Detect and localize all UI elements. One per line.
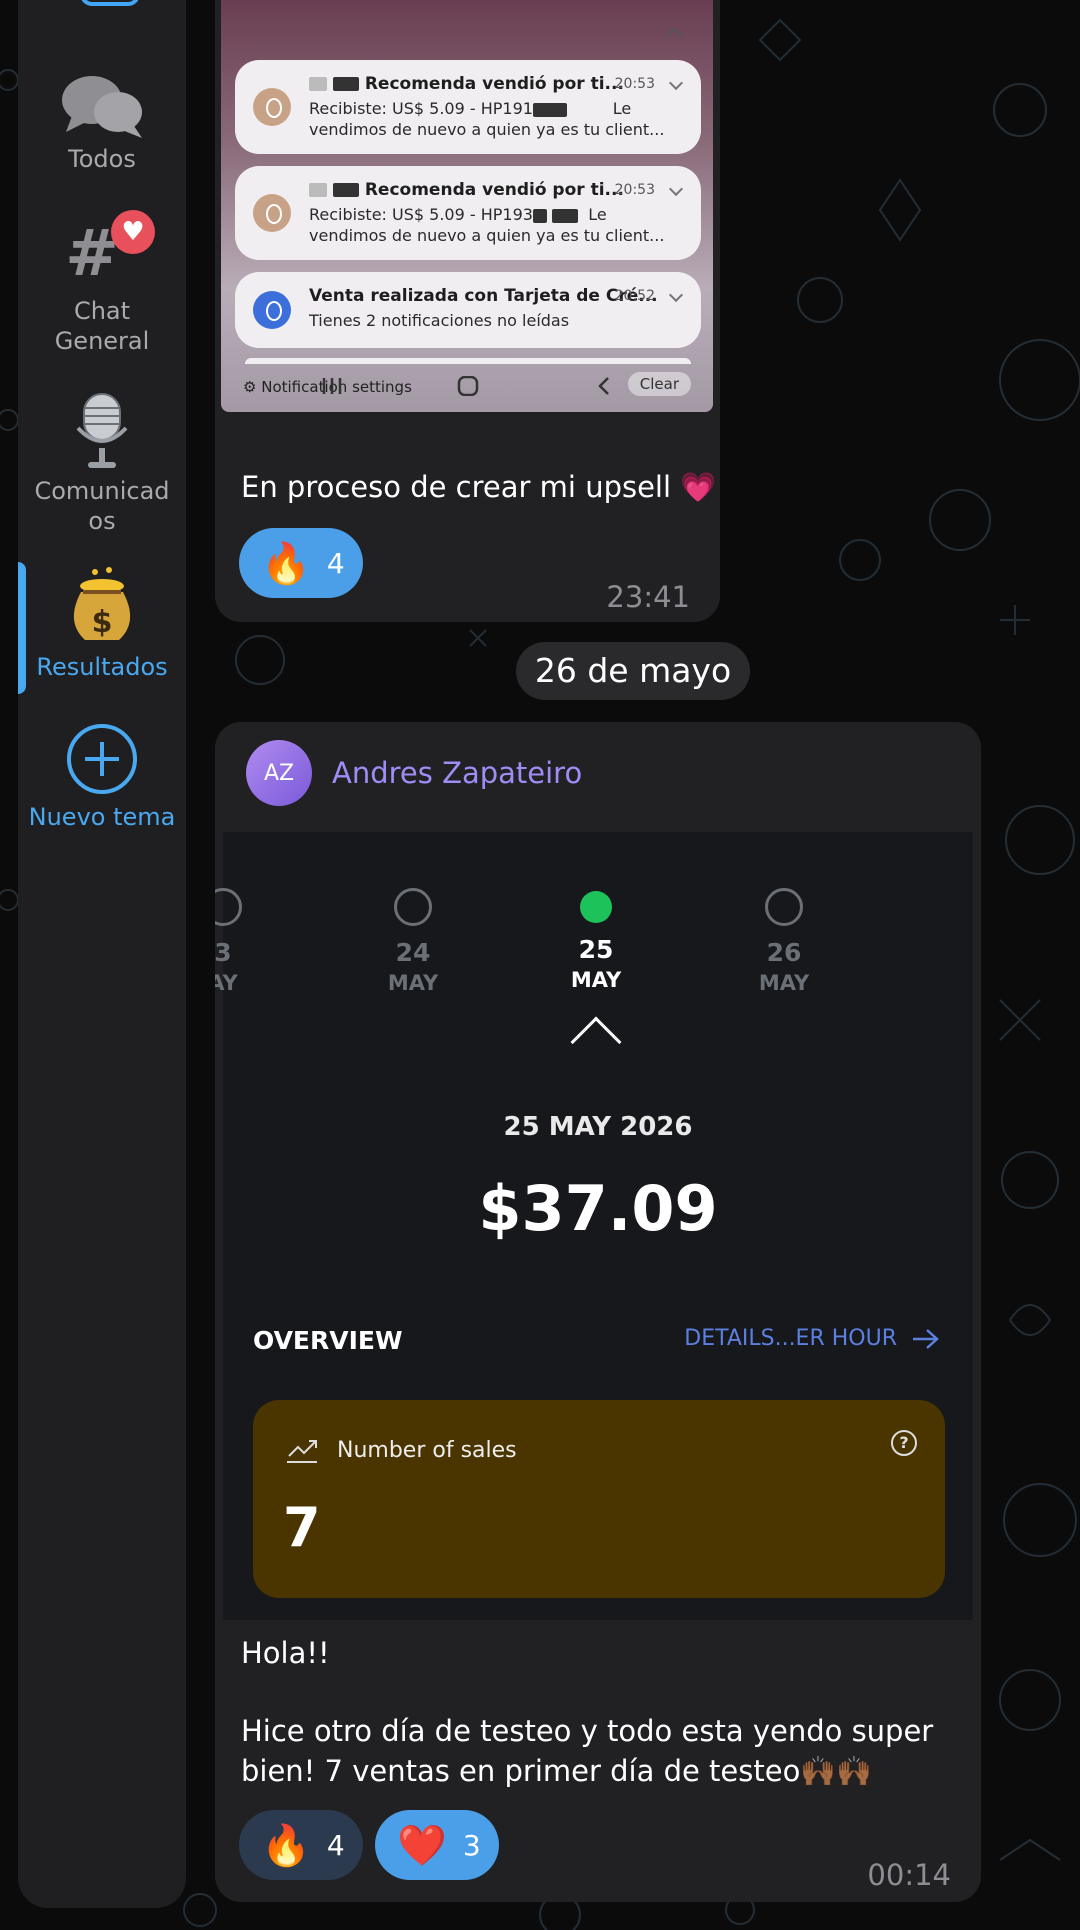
chevron-up-icon	[664, 27, 684, 47]
home-icon	[457, 375, 479, 400]
chevron-down-icon	[668, 75, 684, 91]
message-text-line: Hola!!	[241, 1636, 330, 1670]
heart-emoji-icon: ❤️	[397, 1822, 447, 1869]
app-icon	[253, 194, 291, 232]
day-item: 24 MAY	[353, 888, 473, 995]
reaction-count: 4	[326, 1828, 345, 1862]
app-icon	[253, 88, 291, 126]
sidebar-item-chat-general[interactable]: # ♥ Chat General	[18, 210, 186, 356]
sidebar-item-label: Nuevo tema	[28, 803, 176, 831]
svg-text:$: $	[92, 605, 113, 640]
message-sender[interactable]: AZ Andres Zapateiro	[246, 740, 582, 806]
new-topic-button[interactable]: Nuevo tema	[18, 722, 186, 832]
android-navbar	[221, 360, 713, 412]
sales-count-card: Number of sales ? 7	[253, 1400, 945, 1598]
help-icon: ?	[891, 1430, 917, 1456]
sidebar-item-label: Resultados	[36, 653, 168, 681]
reaction-count: 4	[326, 546, 345, 580]
notification-body: Recibiste: US$ 5.09 - HP193 Le vendimos d…	[309, 205, 665, 245]
notification-card: Recomenda vendió por ti... 20:53 Recibis…	[235, 60, 701, 154]
notification-time: 20:53	[614, 182, 655, 198]
money-bag-icon: $	[73, 567, 131, 640]
radio-icon	[394, 888, 432, 926]
recents-icon	[321, 376, 343, 400]
back-icon	[593, 376, 615, 400]
message-time: 23:41	[606, 580, 690, 614]
microphone-icon	[76, 393, 128, 468]
folder-icon[interactable]	[80, 0, 140, 6]
notification-body: Tienes 2 notificaciones no leídas	[309, 311, 570, 330]
app-icon	[253, 291, 291, 329]
notification-title: Venta realizada con Tarjeta de Cré...	[309, 286, 658, 306]
message-text-line: Hice otro día de testeo y todo esta yend…	[241, 1714, 934, 1748]
total-amount: $37.09	[478, 1172, 718, 1245]
overview-heading: OVERVIEW	[253, 1326, 403, 1355]
plus-circle-icon	[67, 724, 137, 794]
message-text-line: bien! 7 ventas en primer día de testeo🙌🏾…	[241, 1754, 873, 1788]
sidebar-item-resultados[interactable]: $ Resultados	[18, 566, 186, 682]
sidebar-item-todos[interactable]: Todos	[18, 72, 186, 174]
telegram-topic-chat: Todos # ♥ Chat General Comunicad os $ Re…	[0, 0, 1080, 1930]
sales-count: 7	[283, 1496, 321, 1559]
chevron-down-icon	[668, 181, 684, 197]
fire-emoji-icon: 🔥	[261, 1822, 311, 1869]
sidebar-item-comunicados[interactable]: Comunicad os	[18, 392, 186, 536]
sidebar-item-label: Comunicad os	[34, 477, 170, 535]
notification-body: Recibiste: US$ 5.09 - HP191 Le vendimos d…	[309, 99, 665, 139]
notification-title: Recomenda vendió por ti...	[309, 180, 624, 200]
notification-card: Venta realizada con Tarjeta de Cré... 20…	[235, 272, 701, 348]
sidebar-item-label: Chat General	[54, 297, 150, 355]
reaction-fire[interactable]: 🔥 4	[239, 528, 363, 598]
reaction-fire[interactable]: 🔥 4	[239, 1810, 363, 1880]
sender-name[interactable]: Andres Zapateiro	[332, 756, 582, 790]
message-text: En proceso de crear mi upsell 💗	[241, 470, 717, 504]
sales-label: Number of sales	[337, 1438, 517, 1463]
date-separator: 26 de mayo	[516, 642, 750, 700]
sidebar-item-label: Todos	[68, 145, 136, 173]
notification-screenshot[interactable]: Recomenda vendió por ti... 20:53 Recibis…	[221, 0, 713, 412]
heart-badge-icon: ♥	[111, 210, 155, 254]
fire-emoji-icon: 🔥	[261, 540, 311, 587]
caret-up-icon	[570, 1016, 622, 1068]
message-bubble[interactable]: AZ Andres Zapateiro 3 AY 24 MAY 25 MAY 2…	[215, 722, 981, 1902]
message-time: 00:14	[867, 1858, 951, 1892]
radio-icon	[215, 888, 242, 926]
chevron-down-icon	[668, 287, 684, 303]
details-link: DETAILS...ER HOUR	[684, 1326, 941, 1351]
notification-time: 20:53	[614, 76, 655, 92]
day-item: 3 AY	[215, 888, 283, 995]
selected-date: 25 MAY 2026	[503, 1112, 693, 1142]
radio-icon	[765, 888, 803, 926]
message-bubble[interactable]: Recomenda vendió por ti... 20:53 Recibis…	[215, 0, 720, 622]
reaction-heart[interactable]: ❤️ 3	[375, 1810, 499, 1880]
trend-chart-icon	[287, 1440, 317, 1463]
selected-dot-icon	[580, 891, 612, 923]
sales-app-screenshot[interactable]: 3 AY 24 MAY 25 MAY 26 MAY 25 MAY 2026 $3…	[215, 832, 973, 1620]
avatar[interactable]: AZ	[246, 740, 312, 806]
arrow-right-icon	[913, 1328, 939, 1349]
notification-title: Recomenda vendió por ti...	[309, 74, 624, 94]
day-item-selected: 25 MAY	[536, 888, 656, 992]
reaction-count: 3	[462, 1828, 481, 1862]
notification-time: 20:52	[614, 288, 655, 304]
notification-card: Recomenda vendió por ti... 20:53 Recibis…	[235, 166, 701, 260]
chat-bubbles-icon	[62, 76, 142, 138]
day-item: 26 MAY	[724, 888, 844, 995]
